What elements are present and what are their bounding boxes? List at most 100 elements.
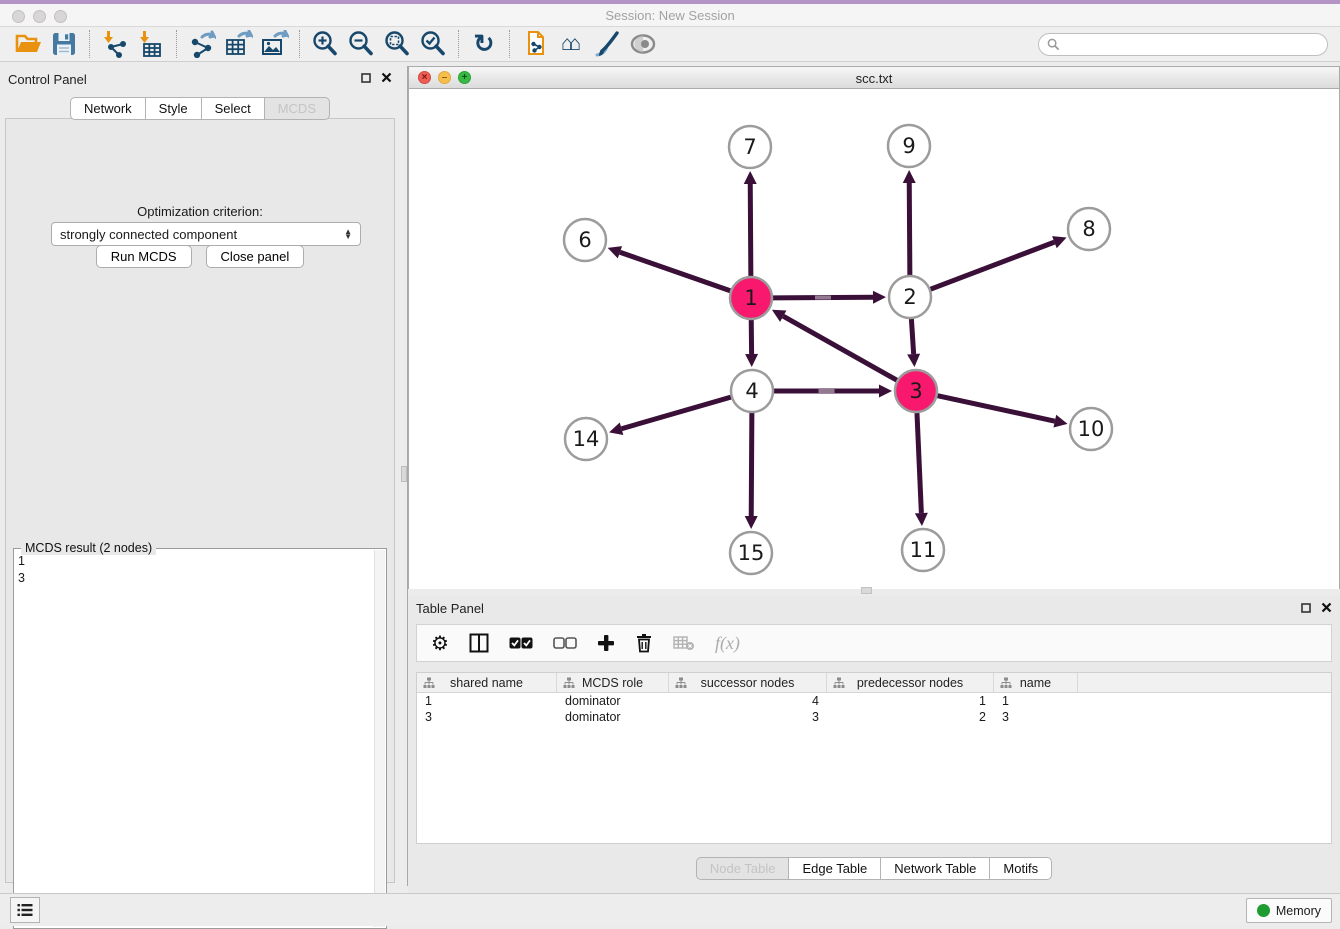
list-icon bbox=[17, 903, 33, 917]
column-label: shared name bbox=[450, 676, 523, 690]
tab-style[interactable]: Style bbox=[145, 97, 202, 120]
table-row[interactable]: 1dominator411 bbox=[417, 693, 1331, 709]
control-panel-title: Control Panel bbox=[8, 72, 87, 87]
toolbar-separator bbox=[176, 30, 177, 58]
table-toolbar: ⚙ bbox=[416, 624, 1332, 662]
splitter-handle[interactable] bbox=[401, 466, 407, 482]
optimization-criterion-label: Optimization criterion: bbox=[6, 204, 394, 219]
node-label-6: 6 bbox=[578, 228, 591, 252]
search-field bbox=[1038, 33, 1328, 56]
gear-icon[interactable]: ⚙ bbox=[431, 631, 449, 656]
close-panel-icon[interactable] bbox=[381, 72, 392, 83]
session-title: Session: New Session bbox=[0, 8, 1340, 23]
task-history-button[interactable] bbox=[10, 897, 40, 923]
edge-3-10[interactable] bbox=[937, 396, 1054, 421]
style-brush-icon[interactable] bbox=[589, 29, 625, 59]
node-label-10: 10 bbox=[1078, 417, 1105, 441]
table-row[interactable]: 3dominator323 bbox=[417, 709, 1331, 725]
open-session-icon[interactable] bbox=[10, 29, 46, 59]
export-network-icon[interactable] bbox=[184, 29, 220, 59]
tab-node-table[interactable]: Node Table bbox=[696, 857, 790, 880]
status-bar: Memory bbox=[0, 893, 1340, 926]
zoom-selected-icon[interactable] bbox=[415, 29, 451, 59]
toolbar-separator bbox=[89, 30, 90, 58]
select-all-icon[interactable] bbox=[509, 637, 533, 649]
cell: 3 bbox=[669, 709, 827, 725]
column-header-MCDS-role[interactable]: MCDS role bbox=[557, 673, 669, 692]
edge-3-11[interactable] bbox=[917, 413, 921, 513]
clone-network-icon[interactable] bbox=[517, 29, 553, 59]
export-table-icon[interactable] bbox=[220, 29, 256, 59]
table-panel-title: Table Panel bbox=[416, 601, 484, 616]
tab-edge-table[interactable]: Edge Table bbox=[788, 857, 881, 880]
column-label: successor nodes bbox=[701, 676, 795, 690]
import-table-icon[interactable] bbox=[133, 29, 169, 59]
arrowhead-1-7 bbox=[744, 171, 757, 184]
cell: 4 bbox=[669, 693, 827, 709]
network-window-titlebar[interactable]: × – + scc.txt bbox=[409, 67, 1339, 89]
edge-4-14[interactable] bbox=[622, 397, 731, 429]
cell: 3 bbox=[417, 709, 557, 725]
network-canvas[interactable]: 7968124314101511 bbox=[409, 89, 1339, 589]
panel-splitter-horizontal[interactable] bbox=[861, 587, 872, 594]
column-header-name[interactable]: name bbox=[994, 673, 1078, 692]
export-image-icon[interactable] bbox=[256, 29, 292, 59]
panel-splitter-vertical[interactable] bbox=[400, 66, 408, 886]
table-tabs: Node TableEdge TableNetwork TableMotifs bbox=[408, 857, 1340, 880]
refresh-icon[interactable]: ↻ bbox=[466, 29, 502, 59]
close-table-panel-icon[interactable] bbox=[1321, 602, 1332, 613]
table-body: 1dominator4113dominator323 bbox=[417, 693, 1331, 725]
eye-icon[interactable] bbox=[625, 29, 661, 59]
arrowhead-4-14 bbox=[609, 422, 623, 434]
column-header-shared-name[interactable]: shared name bbox=[417, 673, 557, 692]
node-label-11: 11 bbox=[910, 538, 937, 562]
delete-icon[interactable] bbox=[635, 633, 653, 653]
toolbar-separator bbox=[458, 30, 459, 58]
tab-motifs[interactable]: Motifs bbox=[989, 857, 1052, 880]
columns-icon[interactable] bbox=[469, 633, 489, 653]
edge-3-1[interactable] bbox=[783, 316, 897, 380]
optimization-criterion-select[interactable]: strongly connected component ▲▼ bbox=[51, 222, 361, 246]
import-network-icon[interactable] bbox=[97, 29, 133, 59]
node-label-2: 2 bbox=[903, 285, 916, 309]
edge-2-8[interactable] bbox=[931, 242, 1055, 289]
node-label-7: 7 bbox=[743, 135, 756, 159]
edge-4-15[interactable] bbox=[751, 413, 752, 516]
main-toolbar: ↻ ⌂⌂ bbox=[0, 27, 1340, 62]
zoom-out-icon[interactable] bbox=[343, 29, 379, 59]
close-panel-button[interactable]: Close panel bbox=[206, 245, 305, 268]
column-header-predecessor-nodes[interactable]: predecessor nodes bbox=[827, 673, 994, 692]
column-label: name bbox=[1020, 676, 1051, 690]
zoom-fit-icon[interactable] bbox=[379, 29, 415, 59]
save-session-icon[interactable] bbox=[46, 29, 82, 59]
tab-select[interactable]: Select bbox=[201, 97, 265, 120]
edge-1-6[interactable] bbox=[620, 252, 730, 291]
float-panel-icon[interactable] bbox=[361, 73, 371, 83]
edge-1-7[interactable] bbox=[750, 184, 751, 276]
arrowhead-4-3 bbox=[879, 385, 892, 398]
memory-button[interactable]: Memory bbox=[1246, 898, 1332, 923]
arrowhead-1-6 bbox=[608, 246, 622, 258]
zoom-in-icon[interactable] bbox=[307, 29, 343, 59]
float-table-panel-icon[interactable] bbox=[1301, 603, 1311, 613]
tab-mcds[interactable]: MCDS bbox=[264, 97, 330, 120]
edge-2-9[interactable] bbox=[909, 183, 910, 275]
deselect-all-icon[interactable] bbox=[553, 637, 577, 649]
cell: 1 bbox=[994, 693, 1078, 709]
home-icon[interactable]: ⌂⌂ bbox=[553, 29, 589, 59]
mcds-panel: Optimization criterion: strongly connect… bbox=[5, 118, 395, 883]
result-scrollbar[interactable] bbox=[374, 550, 385, 927]
add-icon[interactable] bbox=[597, 634, 615, 652]
column-header-successor-nodes[interactable]: successor nodes bbox=[669, 673, 827, 692]
search-input[interactable] bbox=[1060, 38, 1327, 52]
edge-2-3[interactable] bbox=[911, 319, 913, 354]
tab-network-table[interactable]: Network Table bbox=[880, 857, 990, 880]
network-window-title: scc.txt bbox=[409, 71, 1339, 86]
node-table[interactable]: shared name MCDS role successor nodes prede… bbox=[416, 672, 1332, 844]
run-mcds-button[interactable]: Run MCDS bbox=[96, 245, 192, 268]
cell: dominator bbox=[557, 693, 669, 709]
tab-network[interactable]: Network bbox=[70, 97, 146, 120]
node-label-15: 15 bbox=[738, 541, 765, 565]
node-label-1: 1 bbox=[744, 286, 757, 310]
titlebar-accent bbox=[0, 0, 1340, 4]
